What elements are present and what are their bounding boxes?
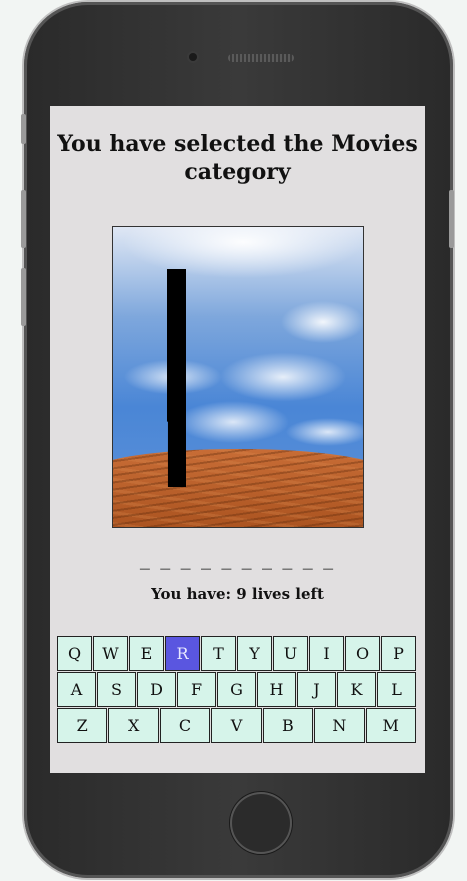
mute-switch: [21, 114, 26, 144]
gallows-pole: [167, 269, 186, 487]
key-c[interactable]: C: [159, 708, 211, 743]
key-f[interactable]: F: [177, 672, 216, 707]
title-line-2: category: [184, 159, 291, 185]
key-h[interactable]: H: [257, 672, 296, 707]
key-l[interactable]: L: [377, 672, 416, 707]
volume-up-button: [21, 190, 26, 248]
key-z[interactable]: Z: [57, 708, 108, 743]
key-g[interactable]: G: [217, 672, 256, 707]
key-m[interactable]: M: [365, 708, 416, 743]
power-button: [449, 190, 454, 248]
front-camera: [189, 53, 197, 61]
key-n[interactable]: N: [314, 708, 365, 743]
key-p[interactable]: P: [381, 636, 416, 671]
keyboard-row: ZXCVBNM: [57, 708, 417, 744]
key-e[interactable]: E: [129, 636, 164, 671]
key-b[interactable]: B: [262, 708, 314, 743]
keyboard-row: QWERTYUIOP: [57, 636, 417, 672]
title-line-1: You have selected the Movies: [57, 131, 418, 157]
key-s[interactable]: S: [97, 672, 136, 707]
key-j[interactable]: J: [297, 672, 336, 707]
hangman-scene: [112, 226, 364, 528]
earpiece-speaker: [228, 54, 294, 62]
key-a[interactable]: A: [57, 672, 96, 707]
hangman-ground: [113, 449, 363, 527]
key-d[interactable]: D: [137, 672, 176, 707]
key-x[interactable]: X: [108, 708, 159, 743]
page-title: You have selected the Movies category: [50, 130, 425, 186]
key-q[interactable]: Q: [57, 636, 92, 671]
key-v[interactable]: V: [211, 708, 262, 743]
key-u[interactable]: U: [273, 636, 308, 671]
lives-counter: You have: 9 lives left: [151, 585, 324, 603]
key-t[interactable]: T: [201, 636, 236, 671]
letter-keyboard: QWERTYUIOPASDFGHJKLZXCVBNM: [57, 636, 417, 744]
key-k[interactable]: K: [337, 672, 376, 707]
key-o[interactable]: O: [345, 636, 380, 671]
key-w[interactable]: W: [93, 636, 128, 671]
key-i[interactable]: I: [309, 636, 344, 671]
keyboard-row: ASDFGHJKL: [57, 672, 417, 708]
volume-down-button: [21, 268, 26, 326]
home-button[interactable]: [230, 792, 292, 854]
app-screen: You have selected the Movies category _ …: [50, 106, 425, 773]
key-r[interactable]: R: [165, 636, 200, 671]
key-y[interactable]: Y: [237, 636, 272, 671]
word-blanks: _ _ _ _ _ _ _ _ _ _: [139, 546, 336, 570]
